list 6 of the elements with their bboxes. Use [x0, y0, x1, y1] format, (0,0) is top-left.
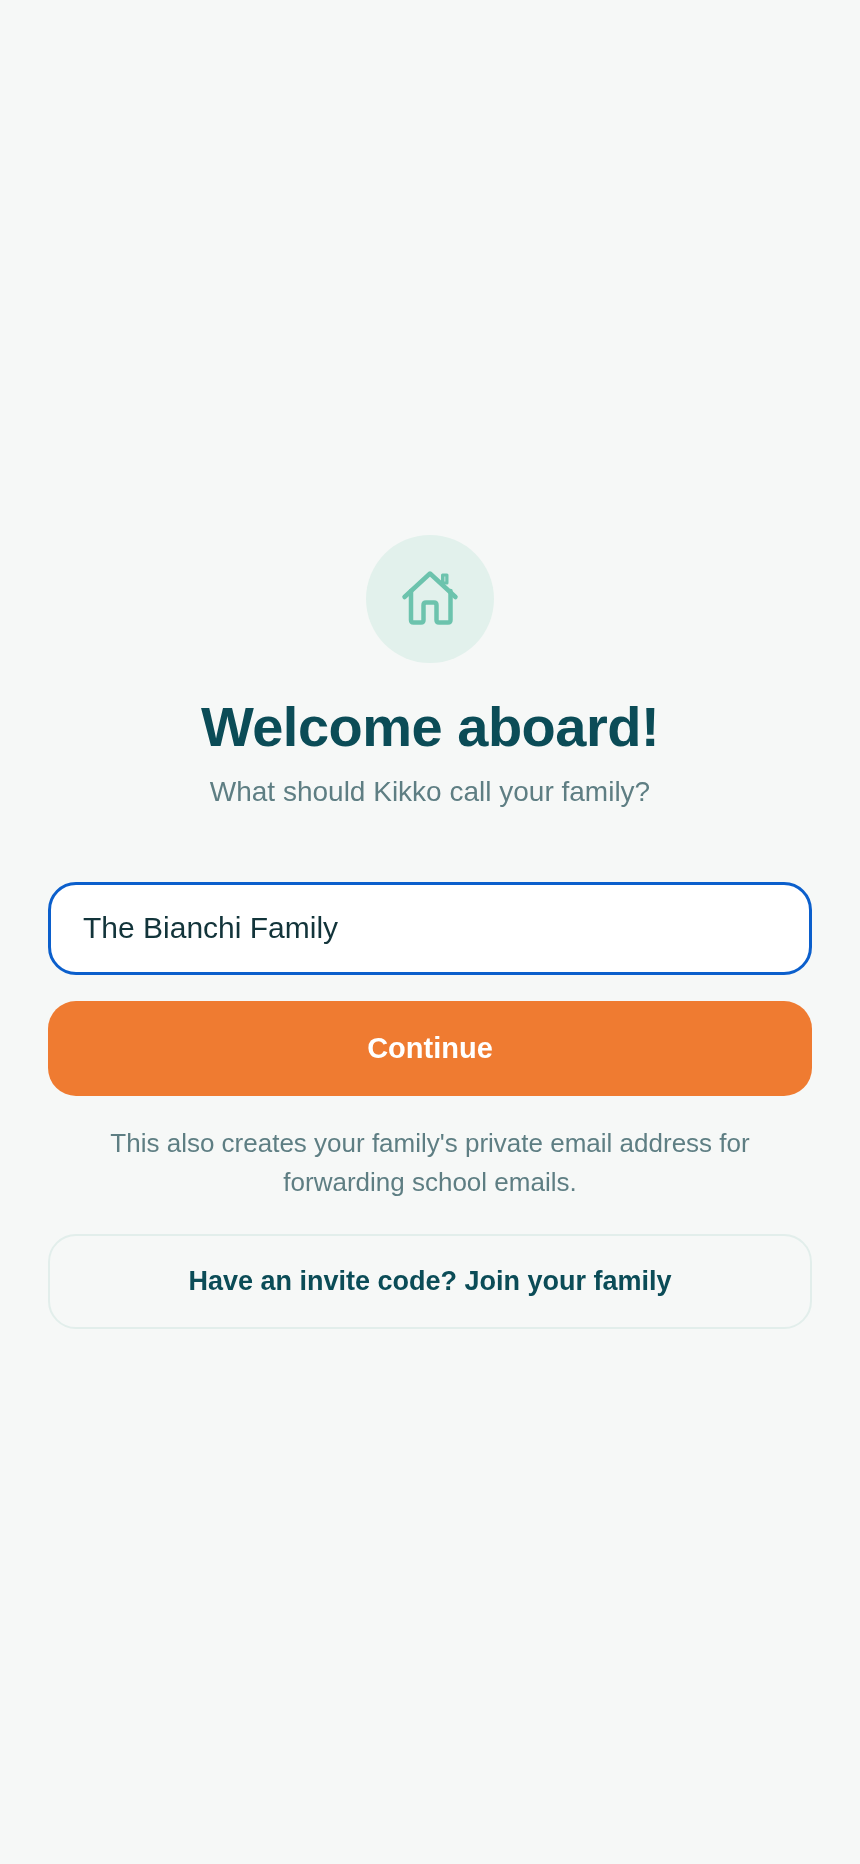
invite-code-button[interactable]: Have an invite code? Join your family	[48, 1233, 812, 1329]
info-text: This also creates your family's private email address for forwarding school emails.	[109, 1126, 751, 1199]
subtitle: What should Kikko call your family?	[209, 774, 651, 809]
family-name-field[interactable]: The Bianchi Family	[48, 881, 812, 975]
house-icon	[366, 535, 494, 664]
welcome-title: Welcome aboard!	[200, 695, 660, 760]
